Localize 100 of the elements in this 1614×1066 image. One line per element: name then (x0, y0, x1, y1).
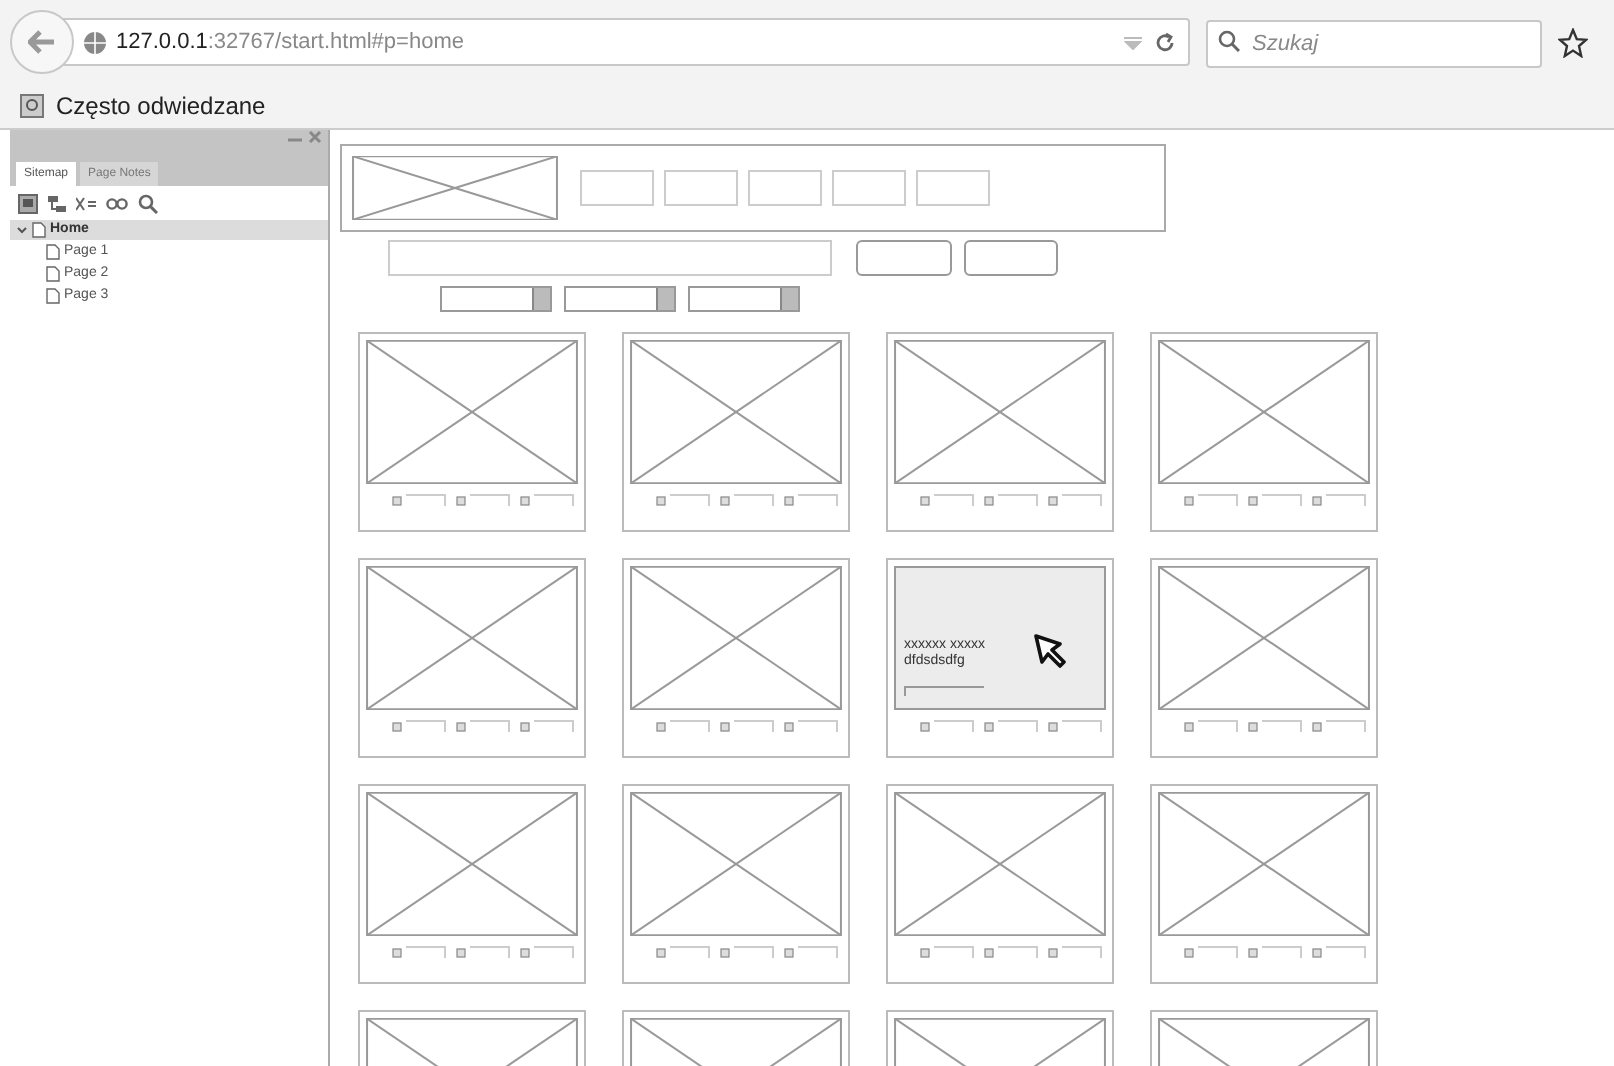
small-image-icon (656, 495, 666, 505)
small-image-icon (920, 721, 930, 731)
search-icon (1218, 29, 1240, 51)
hierarchy-icon[interactable] (48, 195, 66, 213)
text-field[interactable] (1262, 946, 1302, 958)
text-field[interactable] (934, 946, 974, 958)
action-button[interactable] (964, 240, 1058, 276)
small-image-icon (520, 721, 530, 731)
text-field[interactable] (470, 720, 510, 732)
small-image-icon (456, 495, 466, 505)
text-field[interactable] (1198, 720, 1238, 732)
small-image-icon (1312, 495, 1322, 505)
text-field[interactable] (1062, 720, 1102, 732)
text-field[interactable] (798, 494, 838, 506)
text-field[interactable] (1262, 494, 1302, 506)
cursor-arrow-icon (1032, 632, 1068, 668)
search-icon[interactable] (138, 194, 158, 214)
text-field[interactable] (998, 720, 1038, 732)
small-image-icon (984, 495, 994, 505)
text-field[interactable] (670, 720, 710, 732)
small-image-icon (392, 495, 402, 505)
text-field[interactable] (534, 720, 574, 732)
small-image-icon (984, 947, 994, 957)
sitemap-view-icon[interactable] (18, 194, 38, 214)
search-field[interactable]: Szukaj (1206, 19, 1542, 67)
search-input[interactable] (388, 240, 832, 276)
dropdown[interactable] (688, 286, 800, 312)
text-field[interactable] (470, 946, 510, 958)
small-image-icon (984, 721, 994, 731)
dropdown[interactable] (440, 286, 552, 312)
small-image-icon (920, 947, 930, 957)
reload-icon[interactable] (1154, 31, 1176, 53)
text-field[interactable] (670, 494, 710, 506)
small-image-icon (1048, 721, 1058, 731)
small-image-icon (720, 721, 730, 731)
small-image-icon (520, 495, 530, 505)
small-image-icon (1184, 495, 1194, 505)
text-field[interactable] (1062, 946, 1102, 958)
small-image-icon (920, 495, 930, 505)
text-field[interactable] (1262, 720, 1302, 732)
small-image-icon (784, 947, 794, 957)
small-image-icon (720, 947, 730, 957)
small-image-icon (520, 947, 530, 957)
small-image-icon (656, 721, 666, 731)
text-field[interactable] (934, 494, 974, 506)
nav-item[interactable] (916, 170, 990, 206)
small-image-icon (1312, 721, 1322, 731)
expand-icon[interactable] (16, 224, 28, 236)
text-field[interactable] (734, 494, 774, 506)
variables-icon[interactable] (76, 196, 96, 212)
text-field[interactable] (798, 720, 838, 732)
text-field[interactable] (1326, 720, 1366, 732)
text-field[interactable] (1198, 494, 1238, 506)
back-button[interactable] (10, 10, 74, 74)
nav-item[interactable] (580, 170, 654, 206)
action-button[interactable] (856, 240, 952, 276)
back-arrow-icon (28, 30, 56, 54)
bookmark-link[interactable]: Często odwiedzane (56, 88, 266, 124)
small-image-icon (784, 721, 794, 731)
bookmark-folder-icon (20, 94, 44, 118)
nav-item[interactable] (748, 170, 822, 206)
text-field[interactable] (998, 946, 1038, 958)
dropdown[interactable] (564, 286, 676, 312)
small-image-icon (1048, 495, 1058, 505)
text-field[interactable] (470, 494, 510, 506)
small-image-icon (392, 947, 402, 957)
small-image-icon (456, 947, 466, 957)
nav-item[interactable] (832, 170, 906, 206)
small-image-icon (392, 721, 402, 731)
small-image-icon (1184, 947, 1194, 957)
text-field[interactable] (734, 720, 774, 732)
nav-item[interactable] (664, 170, 738, 206)
small-image-icon (720, 495, 730, 505)
small-image-icon (1248, 495, 1258, 505)
small-image-icon (1248, 721, 1258, 731)
star-icon[interactable] (1558, 27, 1588, 57)
small-image-icon (1248, 947, 1258, 957)
globe-icon (82, 29, 108, 55)
small-image-icon (1184, 721, 1194, 731)
dropdown-icon[interactable] (1124, 35, 1142, 49)
small-image-icon (1048, 947, 1058, 957)
text-field[interactable] (1198, 946, 1238, 958)
small-image-icon (1312, 947, 1322, 957)
small-image-icon (656, 947, 666, 957)
close-icon[interactable] (308, 130, 322, 146)
text-field[interactable] (934, 720, 974, 732)
small-image-icon (456, 721, 466, 731)
text-field[interactable] (798, 946, 838, 958)
text-field[interactable] (1062, 494, 1102, 506)
text-field[interactable] (1326, 494, 1366, 506)
text-field[interactable] (1326, 946, 1366, 958)
text-field[interactable] (406, 720, 446, 732)
text-field[interactable] (734, 946, 774, 958)
text-field[interactable] (406, 494, 446, 506)
text-field[interactable] (534, 946, 574, 958)
text-field[interactable] (534, 494, 574, 506)
link-icon[interactable] (106, 198, 128, 210)
text-field[interactable] (670, 946, 710, 958)
text-field[interactable] (406, 946, 446, 958)
text-field[interactable] (998, 494, 1038, 506)
